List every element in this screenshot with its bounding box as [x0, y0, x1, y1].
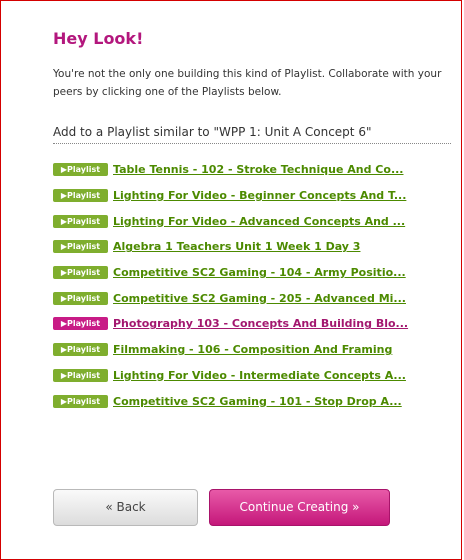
playlist-badge: ▶Playlist [53, 189, 108, 203]
collaborate-panel: Hey Look! You're not the only one buildi… [0, 0, 462, 560]
playlist-badge: ▶Playlist [53, 214, 108, 228]
playlist-link[interactable]: Photography 103 - Concepts And Building … [113, 317, 408, 330]
section-heading: Add to a Playlist similar to "WPP 1: Uni… [53, 125, 451, 144]
back-button[interactable]: « Back [53, 489, 198, 526]
playlist-badge: ▶Playlist [53, 266, 108, 280]
playlist-list: ▶Playlist Table Tennis - 102 - Stroke Tec… [53, 157, 463, 414]
playlist-row: ▶Playlist Competitive SC2 Gaming - 104 - … [53, 260, 463, 286]
playlist-badge: ▶Playlist [53, 394, 108, 408]
playlist-row: ▶Playlist Competitive SC2 Gaming - 101 - … [53, 388, 463, 414]
intro-text: You're not the only one building this ki… [53, 68, 442, 98]
playlist-row: ▶Playlist Lighting For Video - Beginner C… [53, 183, 463, 209]
playlist-link[interactable]: Table Tennis - 102 - Stroke Technique An… [113, 163, 403, 176]
continue-creating-button[interactable]: Continue Creating » [209, 489, 390, 526]
playlist-row: ▶Playlist Lighting For Video - Advanced C… [53, 208, 463, 234]
playlist-badge: ▶Playlist [53, 368, 108, 382]
playlist-link[interactable]: Lighting For Video - Beginner Concepts A… [113, 189, 406, 202]
playlist-link[interactable]: Competitive SC2 Gaming - 104 - Army Posi… [113, 266, 406, 279]
playlist-link[interactable]: Lighting For Video - Intermediate Concep… [113, 369, 406, 382]
playlist-link[interactable]: Filmmaking - 106 - Composition And Frami… [113, 343, 392, 356]
playlist-row: ▶Playlist Photography 103 - Concepts And … [53, 311, 463, 337]
playlist-badge: ▶Playlist [53, 317, 108, 331]
playlist-badge: ▶Playlist [53, 291, 108, 305]
playlist-badge: ▶Playlist [53, 240, 108, 254]
playlist-link[interactable]: Lighting For Video - Advanced Concepts A… [113, 215, 405, 228]
playlist-row: ▶Playlist Algebra 1 Teachers Unit 1 Week … [53, 234, 463, 260]
playlist-row: ▶Playlist Lighting For Video - Intermedia… [53, 363, 463, 389]
playlist-link[interactable]: Competitive SC2 Gaming - 101 - Stop Drop… [113, 395, 402, 408]
playlist-row: ▶Playlist Table Tennis - 102 - Stroke Tec… [53, 157, 463, 183]
playlist-row: ▶Playlist Filmmaking - 106 - Composition … [53, 337, 463, 363]
playlist-badge: ▶Playlist [53, 163, 108, 177]
page-title: Hey Look! [53, 29, 144, 48]
playlist-link[interactable]: Competitive SC2 Gaming - 205 - Advanced … [113, 292, 406, 305]
playlist-row: ▶Playlist Competitive SC2 Gaming - 205 - … [53, 285, 463, 311]
playlist-badge: ▶Playlist [53, 343, 108, 357]
playlist-link[interactable]: Algebra 1 Teachers Unit 1 Week 1 Day 3 [113, 240, 360, 253]
